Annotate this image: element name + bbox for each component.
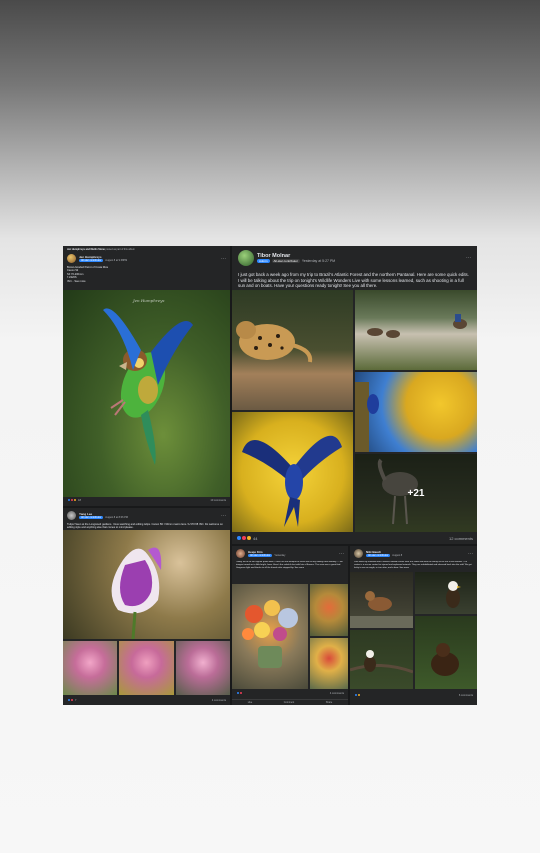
bear-photo[interactable] — [415, 616, 477, 689]
photo-collage: Jen Humphreys and Marlin Stone posted as… — [63, 246, 477, 705]
shared-suffix: posted as part of this album — [105, 248, 135, 251]
reaction-icons[interactable] — [354, 693, 361, 697]
post-timestamp[interactable]: August 8 at 8:06 PM — [105, 516, 128, 519]
post-timestamp[interactable]: August 8 at 9:38PM — [105, 259, 127, 262]
post-footer: 4 comments — [232, 691, 348, 695]
tulip-illustration — [111, 547, 162, 639]
shared-names[interactable]: Jen Humphreys and Marlin Stone — [67, 248, 105, 251]
otter-illustration — [350, 591, 413, 628]
macaw-photo[interactable] — [232, 412, 353, 532]
admin-badge: Admin — [257, 259, 270, 263]
post-footer: 6 comments — [350, 693, 477, 697]
comments-count[interactable]: 4 comments — [330, 692, 344, 695]
post-timestamp[interactable]: Yesterday at 5:27 PM — [302, 259, 335, 263]
eagle-illustration — [446, 581, 461, 608]
post-body: Last week my husband and I visited a wil… — [354, 561, 472, 569]
parrot-photo[interactable]: Jen Humphreys — [63, 290, 230, 497]
post-header: Yang Lee All-star contributor August 8 at… — [63, 508, 230, 523]
contributor-badge: All-star contributor — [79, 259, 104, 262]
rhea-photo[interactable]: +21 — [355, 454, 477, 532]
comments-count[interactable]: 12 comments — [449, 536, 473, 541]
post-parrot: Jen Humphreys and Marlin Stone posted as… — [63, 246, 230, 506]
eagle-photo-1[interactable] — [415, 572, 477, 614]
post-body: Today, we're on our regular photo walk. … — [236, 561, 343, 569]
comment-button[interactable]: Comment — [284, 701, 294, 704]
horses-photo[interactable] — [355, 290, 477, 370]
post-body: Brown-hooded Parrot of Costa Rica Canon … — [63, 266, 230, 283]
more-options-icon[interactable]: ··· — [468, 551, 473, 557]
reaction-count[interactable]: 18 — [78, 499, 81, 502]
eagle-branch-illustration — [350, 650, 413, 674]
reaction-icons[interactable] — [236, 535, 252, 541]
post-timestamp[interactable]: Yesterday — [274, 554, 285, 557]
post-header: Heeje Kim All-star contributor Yesterday … — [232, 546, 348, 561]
post-brazil: Tibor Molnar Admin All-star contributor Ye… — [232, 246, 477, 544]
bear-illustration — [431, 643, 459, 676]
post-actions: Like Comment Share — [232, 699, 348, 704]
kingfisher-photo[interactable] — [355, 372, 477, 452]
comments-count[interactable]: 10 comments — [210, 499, 226, 502]
contributor-badge: All-star contributor — [271, 259, 300, 263]
post-footer: 44 12 comments — [232, 535, 477, 541]
contributor-badge: All-star contributor — [79, 516, 104, 519]
avatar[interactable] — [236, 549, 245, 558]
bouquet-photo-2[interactable] — [310, 584, 348, 636]
post-footer: 18 10 comments — [63, 498, 230, 502]
reaction-icons[interactable] — [236, 691, 243, 695]
comments-count[interactable]: 6 comments — [459, 694, 473, 697]
like-button[interactable]: Like — [248, 701, 252, 704]
tulip-thumb-2[interactable] — [119, 641, 174, 695]
post-wildlife: Niki Baudi All-star contributor August 8 … — [350, 546, 477, 705]
reaction-icons[interactable] — [67, 698, 74, 702]
more-options-icon[interactable]: ··· — [221, 513, 226, 519]
tulip-thumb-1[interactable] — [63, 641, 117, 695]
post-tulip: Yang Lee All-star contributor August 8 at… — [63, 508, 230, 705]
contributor-badge: All-star contributor — [248, 554, 273, 557]
avatar[interactable] — [354, 549, 363, 558]
contributor-badge: All-star contributor — [366, 554, 391, 557]
watermark: Jen Humphreys — [133, 298, 165, 303]
reaction-count[interactable]: 44 — [253, 536, 257, 541]
body-line[interactable]: ISO... See more — [67, 280, 226, 283]
more-options-icon[interactable]: ··· — [466, 255, 471, 261]
eagle-photo-2[interactable] — [350, 630, 413, 689]
reaction-icons[interactable] — [67, 498, 77, 502]
more-options-icon[interactable]: ··· — [339, 551, 344, 557]
bouquet-photo-3[interactable] — [310, 638, 348, 689]
avatar[interactable] — [238, 250, 254, 266]
post-bouquet: Heeje Kim All-star contributor Yesterday … — [232, 546, 348, 705]
more-photos-overlay[interactable]: +21 — [355, 454, 477, 532]
reaction-count[interactable]: 7 — [75, 699, 76, 702]
kingfisher-illustration — [355, 382, 379, 452]
jaguar-photo[interactable] — [232, 290, 353, 410]
macaw-illustration — [242, 435, 342, 527]
avatar[interactable] — [67, 511, 76, 520]
horses-illustration — [367, 314, 467, 338]
post-timestamp[interactable]: August 8 — [392, 554, 402, 557]
more-options-icon[interactable]: ··· — [221, 256, 226, 262]
post-footer: 7 4 comments — [63, 698, 230, 702]
parrot-illustration — [103, 308, 193, 465]
post-body: Tulips! Seen at the Longwood gardens. I … — [67, 523, 223, 530]
otter-photo[interactable] — [350, 572, 413, 628]
post-header: Tibor Molnar Admin All-star contributor Ye… — [232, 246, 477, 270]
share-button[interactable]: Share — [326, 701, 332, 704]
post-header: Niki Baudi All-star contributor August 8 … — [350, 546, 477, 561]
avatar[interactable] — [67, 254, 76, 263]
comments-count[interactable]: 4 comments — [212, 699, 226, 702]
bouquet-illustration — [242, 600, 298, 668]
post-header: Jen Humphreys All-star contributor August… — [63, 251, 230, 266]
bouquet-photo-main[interactable] — [232, 584, 308, 689]
tulip-photo[interactable] — [63, 530, 230, 639]
jaguar-illustration — [236, 321, 313, 363]
tulip-thumb-3[interactable] — [176, 641, 230, 695]
